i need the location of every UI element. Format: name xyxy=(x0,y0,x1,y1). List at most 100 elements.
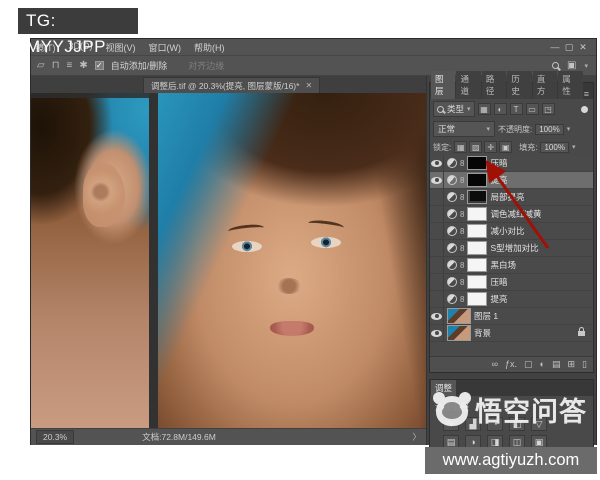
right-eye-shape xyxy=(311,237,341,248)
layer-name: 提亮 xyxy=(490,174,507,186)
layer-row[interactable]: 8调色减红减黄 xyxy=(430,206,593,223)
document-tab[interactable]: 调整后.tif @ 20.3%(提亮, 图层蒙版/16)* ✕ xyxy=(143,77,320,93)
path-operations-icon[interactable]: ⊓ xyxy=(52,60,60,71)
eye-toggle[interactable] xyxy=(430,308,444,324)
eye-toggle[interactable] xyxy=(430,325,444,341)
layer-mask-thumbnail[interactable] xyxy=(467,292,487,306)
filter-toggle-icon[interactable] xyxy=(581,106,588,113)
fill-value[interactable]: 100% xyxy=(540,142,568,153)
eye-toggle[interactable] xyxy=(430,206,444,222)
shape-layer-filter-icon[interactable]: ▭ xyxy=(526,103,539,115)
new-adjustment-layer-icon[interactable]: ◐ xyxy=(540,360,545,369)
layer-name: 减小对比 xyxy=(490,225,524,237)
layers-panel: 图层通道路径历史直方属性 ≡ 类型 ▾ ▦◐T▭◳ xyxy=(429,82,594,373)
opacity-caret-icon[interactable]: ▾ xyxy=(567,125,571,133)
close-button[interactable]: ✕ xyxy=(576,42,590,53)
lock-pixels-icon[interactable]: ▨ xyxy=(469,141,482,153)
tab-close-icon[interactable]: ✕ xyxy=(305,81,312,90)
eye-toggle[interactable] xyxy=(430,155,444,171)
menu-item[interactable]: 窗口(W) xyxy=(149,41,182,54)
layer-mask-thumbnail[interactable] xyxy=(467,241,487,255)
curves-icon[interactable]: ◔ xyxy=(487,417,503,431)
layer-row[interactable]: 图层 1 xyxy=(430,308,593,325)
pixel-layer-filter-icon[interactable]: ▦ xyxy=(478,103,491,115)
panel-menu-icon[interactable]: ≡ xyxy=(584,89,593,99)
layer-row[interactable]: 8压暗 xyxy=(430,155,593,172)
layer-effects-icon[interactable]: ƒx. xyxy=(505,360,517,369)
eye-toggle[interactable] xyxy=(430,274,444,290)
blend-mode-dropdown[interactable]: 正常 ▾ xyxy=(433,121,495,137)
status-chevron-icon[interactable]: 〉 xyxy=(412,431,421,443)
tab-panel[interactable]: 历史 xyxy=(507,71,531,99)
tab-panel[interactable]: 属性 xyxy=(558,71,582,99)
fill-caret-icon[interactable]: ▾ xyxy=(572,143,576,151)
tool-preset-icon[interactable]: ▱ xyxy=(37,60,45,71)
layer-name: S型增加对比 xyxy=(490,242,538,254)
tab-panel[interactable]: 路径 xyxy=(482,71,506,99)
tab-adjustments[interactable]: 调整 xyxy=(431,380,456,396)
lock-position-icon[interactable]: ✛ xyxy=(484,141,497,153)
workspace-icon[interactable]: ▣ xyxy=(567,60,576,71)
minimize-button[interactable]: — xyxy=(548,42,562,53)
layer-mask-thumbnail[interactable] xyxy=(467,207,487,221)
layer-mask-thumbnail[interactable] xyxy=(467,156,487,170)
new-group-icon[interactable]: ▤ xyxy=(552,360,561,369)
layer-mask-thumbnail[interactable] xyxy=(467,190,487,204)
eye-toggle[interactable] xyxy=(430,223,444,239)
layer-row[interactable]: 8S型增加对比 xyxy=(430,240,593,257)
tab-panel[interactable]: 通道 xyxy=(456,71,480,99)
adjustment-layer-filter-icon[interactable]: ◐ xyxy=(494,103,507,115)
layer-thumbnail[interactable] xyxy=(447,325,471,341)
left-document-image[interactable] xyxy=(31,93,149,428)
gear-icon[interactable]: ✱ xyxy=(79,60,87,71)
filter-type-dropdown[interactable]: 类型 ▾ xyxy=(433,101,475,117)
layer-list: 8压暗8提亮8局部提亮8调色减红减黄8减小对比8S型增加对比8黑白场8压暗8提亮… xyxy=(430,155,593,342)
opacity-value[interactable]: 100% xyxy=(535,124,563,135)
layer-row[interactable]: 8提亮 xyxy=(430,172,593,189)
smart-object-filter-icon[interactable]: ◳ xyxy=(542,103,555,115)
exposure-icon[interactable]: ◧ xyxy=(509,417,525,431)
layer-mask-thumbnail[interactable] xyxy=(467,258,487,272)
tab-layers[interactable]: 图层 xyxy=(431,71,455,99)
layer-mask-thumbnail[interactable] xyxy=(467,224,487,238)
eye-toggle[interactable] xyxy=(430,291,444,307)
workspace-caret-icon[interactable]: ▾ xyxy=(584,62,588,70)
link-layers-icon[interactable]: ∞ xyxy=(492,360,498,369)
delete-layer-icon[interactable]: ▯ xyxy=(582,360,587,369)
auto-add-checkbox[interactable]: ✓ xyxy=(95,61,104,70)
lock-transparency-icon[interactable]: ▦ xyxy=(454,141,467,153)
layer-row[interactable]: 8压暗 xyxy=(430,274,593,291)
eye-toggle[interactable] xyxy=(430,189,444,205)
add-mask-icon[interactable]: ▢ xyxy=(524,360,533,369)
menu-item[interactable]: 帮助(H) xyxy=(194,41,225,54)
vibrance-icon[interactable]: ▽ xyxy=(531,417,547,431)
eye-toggle[interactable] xyxy=(430,240,444,256)
levels-icon[interactable]: ▟ xyxy=(465,417,481,431)
layer-thumbnail[interactable] xyxy=(447,308,471,324)
tab-panel[interactable]: 直方 xyxy=(533,71,557,99)
layer-mask-thumbnail[interactable] xyxy=(467,173,487,187)
layer-row[interactable]: 8减小对比 xyxy=(430,223,593,240)
canvas-area[interactable] xyxy=(31,93,426,428)
search-icon[interactable] xyxy=(552,62,559,69)
layer-mask-thumbnail[interactable] xyxy=(467,275,487,289)
brightness-contrast-icon[interactable]: ☀ xyxy=(443,417,459,431)
path-alignment-icon[interactable]: ≡ xyxy=(67,60,73,71)
layer-row[interactable]: 8局部提亮 xyxy=(430,189,593,206)
blend-mode-value: 正常 xyxy=(438,123,455,135)
layer-row[interactable]: 8黑白场 xyxy=(430,257,593,274)
main-document-image[interactable] xyxy=(158,93,426,428)
new-layer-icon[interactable]: ⊞ xyxy=(568,360,576,369)
maximize-button[interactable]: ▢ xyxy=(562,42,576,53)
type-layer-filter-icon[interactable]: T xyxy=(510,103,523,115)
canvas-gap xyxy=(149,93,158,428)
adjustment-layer-icon xyxy=(447,294,457,304)
eye-toggle[interactable] xyxy=(430,172,444,188)
zoom-level-field[interactable]: 20.3% xyxy=(36,430,74,444)
eye-toggle[interactable] xyxy=(430,257,444,273)
lock-all-icon[interactable]: ▣ xyxy=(499,141,512,153)
layer-row[interactable]: 背景 xyxy=(430,325,593,342)
menu-item[interactable]: 视图(V) xyxy=(106,41,136,54)
layer-row[interactable]: 8提亮 xyxy=(430,291,593,308)
options-tool-icons: ▱ ⊓ ≡ ✱ xyxy=(37,60,88,71)
